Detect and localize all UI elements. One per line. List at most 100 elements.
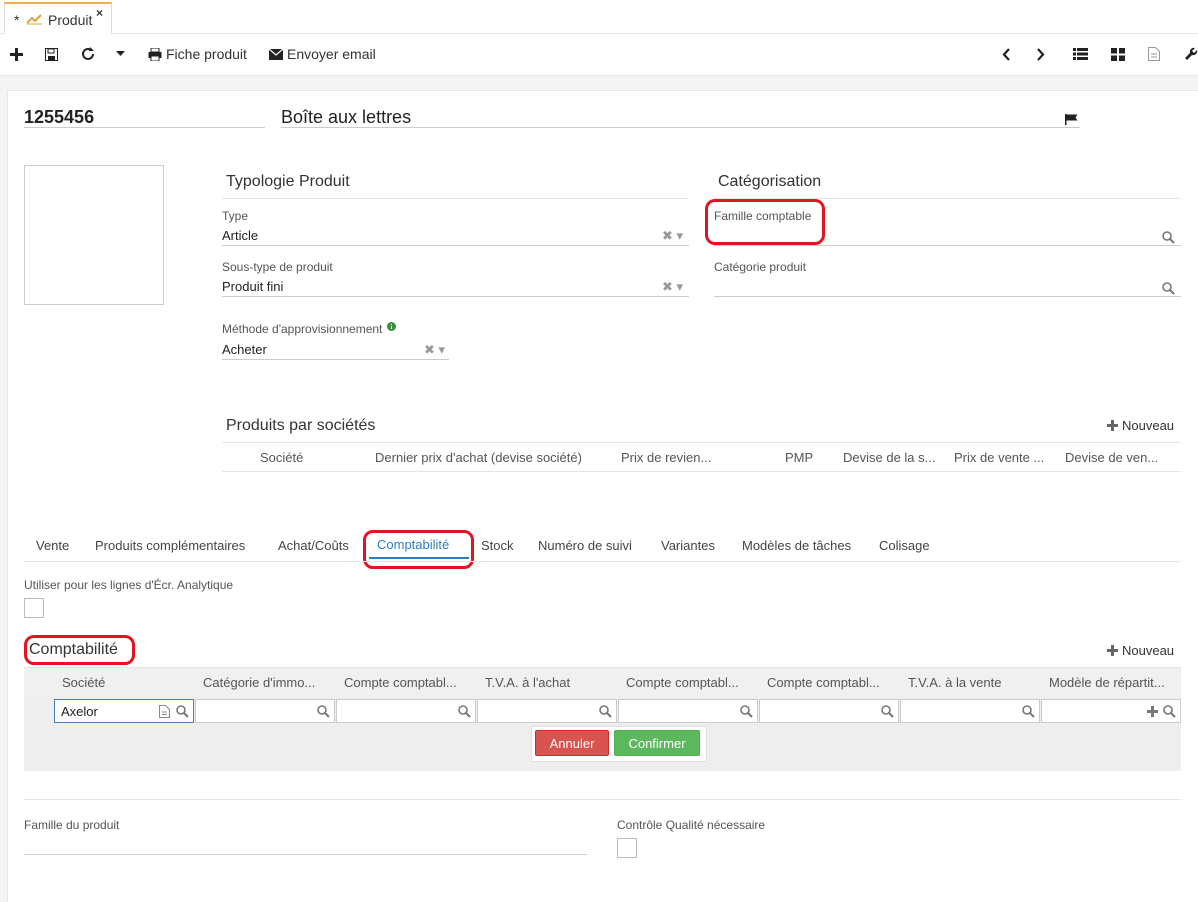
cancel-button[interactable]: Annuler — [535, 730, 609, 756]
new-button[interactable] — [10, 44, 23, 64]
tab-achat-couts[interactable]: Achat/Coûts — [278, 538, 349, 553]
caret-down-icon — [116, 51, 125, 56]
companies-col-prix-revient[interactable]: Prix de revien... — [621, 450, 711, 465]
info-icon[interactable] — [386, 322, 396, 331]
tab-colisage[interactable]: Colisage — [879, 538, 930, 553]
method-select[interactable]: Acheter ✖ ▾ — [222, 340, 449, 360]
toolbar: Fiche produit Envoyer email — [0, 34, 1198, 76]
categorisation-title: Catégorisation — [718, 173, 822, 190]
type-value: Article — [222, 228, 259, 243]
tab-stock[interactable]: Stock — [481, 538, 514, 553]
tools-button[interactable] — [1184, 44, 1198, 64]
form-view-button[interactable] — [1148, 44, 1160, 64]
method-value: Acheter — [222, 342, 267, 357]
search-icon[interactable] — [176, 705, 189, 718]
product-code-field[interactable]: 1255456 — [24, 106, 265, 128]
search-icon[interactable] — [881, 705, 894, 718]
search-icon[interactable] — [1163, 705, 1176, 718]
companies-new-button[interactable]: Nouveau — [1107, 418, 1174, 433]
confirm-button[interactable]: Confirmer — [614, 730, 700, 756]
save-button[interactable] — [45, 44, 58, 64]
tva-vente-input[interactable] — [900, 699, 1040, 723]
plus-icon[interactable] — [1147, 706, 1158, 717]
categorie-produit-label: Catégorie produit — [714, 260, 807, 274]
compte-comptable-1-input[interactable] — [336, 699, 476, 723]
analytic-checkbox[interactable] — [24, 598, 44, 618]
companies-col-prix-vente[interactable]: Prix de vente ... — [954, 450, 1044, 465]
compte-comptable-2-input[interactable] — [618, 699, 758, 723]
famille-comptable-field[interactable] — [714, 226, 1181, 246]
subtype-select[interactable]: Produit fini ✖ ▾ — [222, 277, 689, 297]
grid-view-button[interactable] — [1111, 44, 1125, 64]
famille-produit-field[interactable] — [24, 835, 587, 855]
product-name-field[interactable]: Boîte aux lettres — [281, 106, 1080, 128]
send-email-label: Envoyer email — [287, 46, 376, 62]
col-societe[interactable]: Société — [62, 675, 105, 690]
method-label-text: Méthode d'approvisionnement — [222, 322, 383, 336]
previous-record-button[interactable] — [1002, 44, 1011, 64]
next-record-button[interactable] — [1036, 44, 1045, 64]
clear-caret-icon[interactable]: ✖ ▾ — [424, 342, 445, 358]
col-compte-comptable-1[interactable]: Compte comptabl... — [344, 675, 457, 690]
tab-variantes[interactable]: Variantes — [661, 538, 715, 553]
close-tab-icon[interactable]: × — [96, 6, 103, 20]
tab-produits-complementaires[interactable]: Produits complémentaires — [95, 538, 245, 553]
search-icon[interactable] — [458, 705, 471, 718]
list-view-button[interactable] — [1073, 44, 1088, 64]
societe-input[interactable]: Axelor — [54, 699, 194, 723]
compte-comptable-3-input[interactable] — [759, 699, 899, 723]
tab-modeles-taches[interactable]: Modèles de tâches — [742, 538, 851, 553]
product-name: Boîte aux lettres — [281, 107, 412, 127]
companies-col-dernier-prix[interactable]: Dernier prix d'achat (devise société) — [375, 450, 582, 465]
categorie-produit-field[interactable] — [714, 277, 1181, 297]
col-categorie-immo[interactable]: Catégorie d'immo... — [203, 675, 315, 690]
refresh-button[interactable] — [81, 44, 95, 64]
categorie-immo-input[interactable] — [195, 699, 335, 723]
search-icon[interactable] — [599, 705, 612, 718]
comptabilite-new-button[interactable]: Nouveau — [1107, 643, 1174, 658]
search-icon[interactable] — [740, 705, 753, 718]
subtype-value: Produit fini — [222, 279, 284, 294]
search-icon[interactable] — [1022, 705, 1035, 718]
col-modele-repartition[interactable]: Modèle de répartit... — [1049, 675, 1165, 690]
print-product-label: Fiche produit — [166, 46, 247, 62]
col-tva-achat[interactable]: T.V.A. à l'achat — [485, 675, 570, 690]
tab-numero-suivi[interactable]: Numéro de suivi — [538, 538, 632, 553]
col-compte-comptable-3[interactable]: Compte comptabl... — [767, 675, 880, 690]
envelope-icon — [269, 48, 283, 60]
search-icon[interactable] — [1162, 282, 1175, 295]
companies-col-pmp[interactable]: PMP — [785, 450, 813, 465]
controle-qualite-checkbox[interactable] — [617, 838, 637, 858]
companies-title: Produits par sociétés — [226, 417, 376, 434]
modele-repartition-input[interactable] — [1041, 699, 1181, 723]
send-email-button[interactable]: Envoyer email — [269, 44, 376, 64]
controle-qualite-label: Contrôle Qualité nécessaire — [617, 818, 766, 832]
grid-icon — [1111, 47, 1125, 61]
plus-icon — [1107, 420, 1118, 431]
flag-icon[interactable] — [1065, 114, 1078, 125]
search-icon[interactable] — [317, 705, 330, 718]
tab-produit[interactable]: * Produit × — [4, 2, 112, 34]
document-icon[interactable] — [159, 705, 170, 718]
list-icon — [1073, 48, 1088, 60]
companies-col-societe[interactable]: Société — [260, 450, 303, 465]
product-image-placeholder[interactable] — [24, 165, 164, 305]
search-icon[interactable] — [1162, 231, 1175, 244]
analytic-label: Utiliser pour les lignes d'Écr. Analytiq… — [24, 578, 234, 592]
clear-caret-icon[interactable]: ✖ ▾ — [662, 279, 683, 295]
subtype-label: Sous-type de produit — [222, 260, 333, 274]
companies-col-devise-vente[interactable]: Devise de ven... — [1065, 450, 1158, 465]
companies-header-top — [222, 442, 1181, 443]
plus-icon — [1107, 645, 1118, 656]
tabs-divider — [24, 561, 1181, 562]
plus-icon — [10, 47, 23, 61]
companies-col-devise-societe[interactable]: Devise de la s... — [843, 450, 936, 465]
col-compte-comptable-2[interactable]: Compte comptabl... — [626, 675, 739, 690]
tva-achat-input[interactable] — [477, 699, 617, 723]
print-product-button[interactable]: Fiche produit — [148, 44, 247, 64]
tab-vente[interactable]: Vente — [36, 538, 69, 553]
type-select[interactable]: Article ✖ ▾ — [222, 226, 689, 246]
col-tva-vente[interactable]: T.V.A. à la vente — [908, 675, 1001, 690]
more-dropdown-button[interactable] — [116, 44, 125, 64]
clear-caret-icon[interactable]: ✖ ▾ — [662, 228, 683, 244]
